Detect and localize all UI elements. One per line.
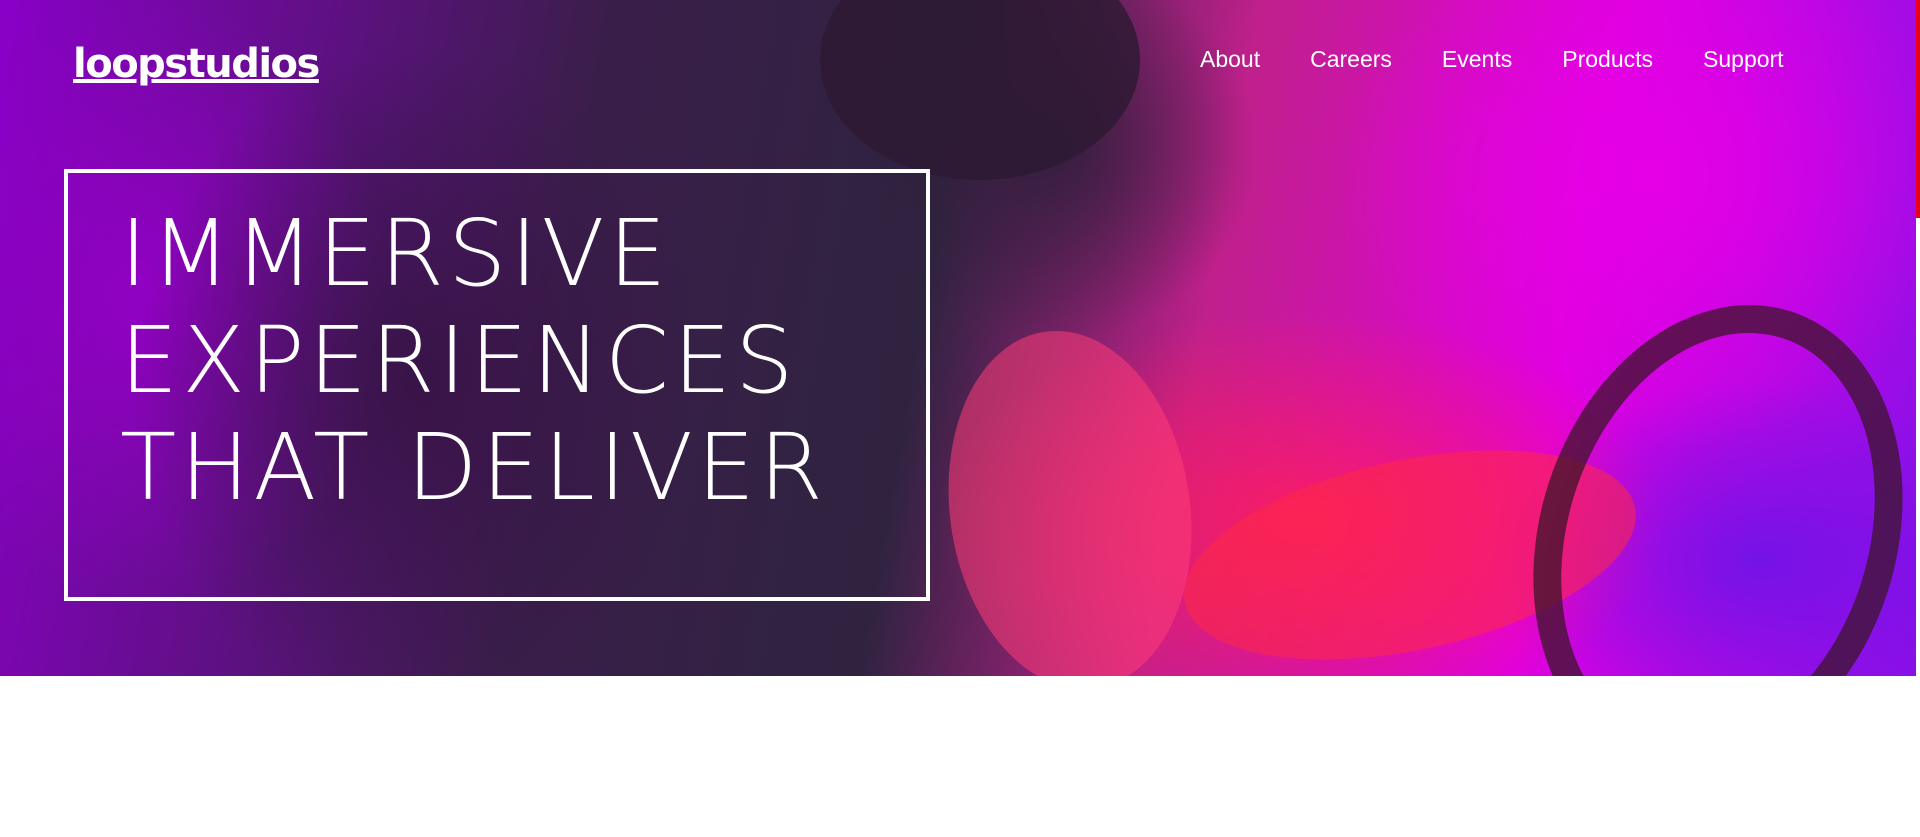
page: loopstudios About Careers Events Product…	[0, 0, 1920, 837]
edge-accent-strip	[1916, 0, 1920, 218]
hero-title-line-1: IMMERSIVE	[120, 200, 671, 307]
hero-title-line-3: THAT DELIVER	[120, 414, 827, 521]
nav-link-products[interactable]: Products	[1562, 44, 1653, 74]
hero-section: loopstudios About Careers Events Product…	[0, 0, 1916, 676]
logo[interactable]: loopstudios	[73, 38, 320, 90]
hero-title: IMMERSIVE EXPERIENCES THAT DELIVER	[120, 200, 827, 521]
nav-link-careers[interactable]: Careers	[1310, 44, 1392, 74]
hero-image-head-shape	[820, 0, 1140, 180]
nav-link-about[interactable]: About	[1200, 44, 1260, 74]
nav-link-events[interactable]: Events	[1442, 44, 1512, 74]
main-nav: About Careers Events Products Support	[1200, 44, 1784, 74]
hero-title-line-2: EXPERIENCES	[120, 307, 798, 414]
hero-image-arm-shape	[926, 315, 1214, 676]
nav-link-support[interactable]: Support	[1703, 44, 1784, 74]
